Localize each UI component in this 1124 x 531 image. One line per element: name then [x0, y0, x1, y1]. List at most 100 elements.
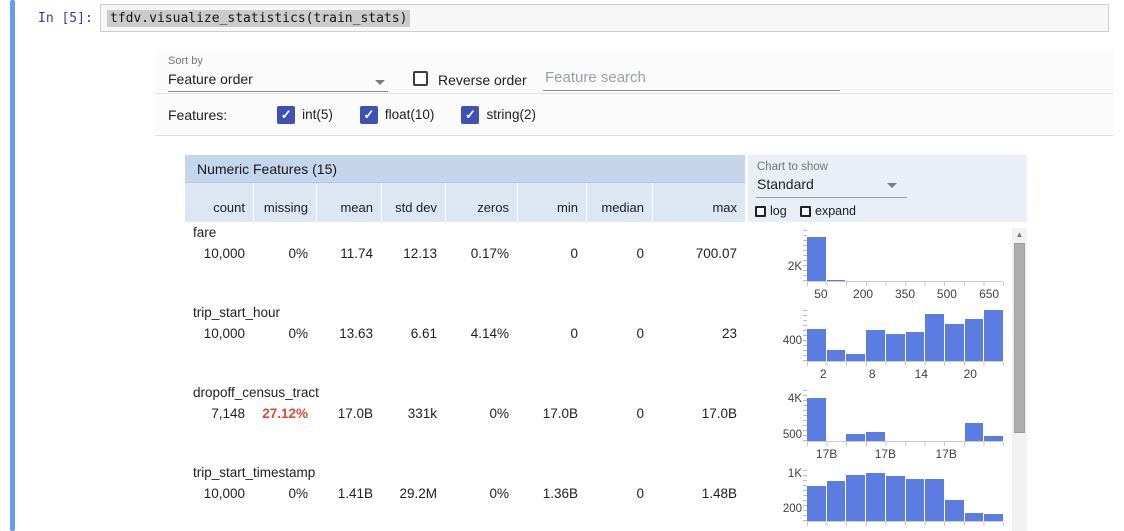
features-filter-row: Features: ✓int(5)✓float(10)✓string(2): [155, 94, 1113, 136]
code-cell-input[interactable]: tfdv.visualize_statistics(train_stats): [100, 4, 1109, 32]
histogram-bar[interactable]: [984, 310, 1003, 361]
x-axis-tick-label: 50: [801, 287, 841, 301]
histogram-bar[interactable]: [846, 354, 865, 361]
histogram-bar[interactable]: [807, 486, 826, 521]
feature-filter-int[interactable]: ✓int(5): [277, 106, 333, 124]
histogram-bar[interactable]: [807, 237, 826, 281]
chevron-down-icon[interactable]: [375, 80, 385, 85]
histogram-plot-area: [807, 390, 1003, 442]
histogram-bar[interactable]: [827, 280, 846, 281]
histogram-bar[interactable]: [807, 329, 826, 361]
cell-missing: 0%: [253, 246, 316, 261]
x-axis-tick-label: 500: [927, 287, 967, 301]
histogram-bar[interactable]: [846, 434, 865, 441]
histogram-trip_start_timestamp: 1K200: [754, 462, 1027, 531]
x-axis-tick-label: 2: [803, 367, 843, 381]
feature-filter-string[interactable]: ✓ string(2): [461, 106, 536, 124]
y-axis-tick-label: 1K: [754, 468, 802, 480]
histogram-bar[interactable]: [906, 332, 925, 361]
histogram-bar[interactable]: [945, 324, 964, 361]
cell-median: 0: [586, 326, 652, 341]
histogram-bar[interactable]: [984, 436, 1003, 441]
code-text[interactable]: tfdv.visualize_statistics(train_stats): [107, 10, 410, 27]
cell-max: 17.0B: [652, 406, 745, 421]
cell-std-dev: 331k: [381, 406, 445, 421]
sort-by-underline: [168, 91, 388, 92]
cell-min: 0: [517, 246, 586, 261]
charts-scrollbar[interactable]: ▲: [1012, 228, 1027, 531]
cell-min: 0: [517, 326, 586, 341]
x-axis-ticks: [807, 282, 1004, 286]
y-axis-tick-label: 500: [754, 429, 802, 441]
histogram-bar[interactable]: [846, 475, 865, 521]
sort-by-label: Sort by: [168, 55, 203, 67]
table-row: trip_start_hour10,0000%13.636.614.14%002…: [185, 302, 745, 382]
histogram-bar[interactable]: [945, 500, 964, 521]
scrollbar-thumb[interactable]: [1014, 243, 1025, 433]
chart-select-underline: [756, 197, 907, 198]
histogram-trip_start_hour: 400281420: [754, 302, 1027, 382]
table-row: fare10,0000%11.7412.130.17%00700.07: [185, 222, 745, 302]
histogram-bar[interactable]: [965, 423, 984, 441]
column-header-median: median: [586, 183, 652, 222]
expand-label: expand: [815, 204, 856, 218]
cell-count: 10,000: [185, 246, 253, 261]
feature-name: dropoff_census_tract: [193, 385, 319, 400]
histogram-bar[interactable]: [886, 334, 905, 361]
y-axis-tick-label: 4K: [754, 393, 802, 405]
cell-count: 7,148: [185, 406, 253, 421]
cell-missing: 0%: [253, 486, 316, 501]
column-header-missing: missing: [253, 183, 316, 222]
cell-prompt: In [5]:: [38, 11, 93, 26]
histogram-bar[interactable]: [906, 479, 925, 521]
checked-checkbox-icon[interactable]: ✓: [360, 106, 378, 124]
histogram-bar[interactable]: [965, 319, 984, 361]
cell-missing: 0%: [253, 326, 316, 341]
x-axis-tick-label: 14: [901, 367, 941, 381]
cell-zeros: 0%: [445, 406, 517, 421]
cell-max: 1.48B: [652, 486, 745, 501]
histogram-bar[interactable]: [925, 314, 944, 361]
expand-checkbox[interactable]: [800, 206, 811, 217]
cell-missing: 27.12%: [253, 406, 316, 421]
table-header-row: countmissingmeanstd devzerosminmedianmax: [185, 183, 745, 222]
checked-checkbox-icon[interactable]: ✓: [277, 106, 295, 124]
histogram-bar[interactable]: [807, 398, 826, 441]
cell-min: 17.0B: [517, 406, 586, 421]
filter-label: string(2): [486, 107, 536, 122]
cell-max: 700.07: [652, 246, 745, 261]
scrollbar-up-icon[interactable]: ▲: [1012, 228, 1027, 241]
histogram-bar[interactable]: [866, 330, 885, 361]
histogram-bar[interactable]: [827, 350, 846, 361]
feature-filter-float[interactable]: ✓float(10): [360, 106, 435, 124]
feature-search-input[interactable]: Feature search: [545, 69, 646, 87]
histogram-bar[interactable]: [866, 432, 885, 441]
histogram-plot-area: [807, 470, 1003, 522]
histogram-bar[interactable]: [965, 513, 984, 521]
column-header-mean: mean: [316, 183, 381, 222]
histogram-bar[interactable]: [827, 481, 846, 521]
histogram-bar[interactable]: [866, 473, 885, 521]
chart-options-panel: Chart to show Standard log expand: [748, 155, 1027, 222]
log-label: log: [770, 204, 787, 218]
log-checkbox[interactable]: [755, 206, 766, 217]
histogram-fare: 2K50200350500650: [754, 222, 1027, 302]
chevron-down-icon[interactable]: [887, 183, 897, 188]
histogram-bar[interactable]: [984, 514, 1003, 521]
cell-std-dev: 6.61: [381, 326, 445, 341]
chart-to-show-label: Chart to show: [757, 161, 828, 173]
reverse-order-checkbox[interactable]: [413, 71, 428, 86]
cell-median: 0: [586, 486, 652, 501]
features-label: Features:: [168, 107, 227, 123]
cell-std-dev: 12.13: [381, 246, 445, 261]
sort-row: Sort by Feature order Reverse order Feat…: [155, 50, 1113, 94]
cell-zeros: 0%: [445, 486, 517, 501]
histogram-bar[interactable]: [925, 479, 944, 521]
histogram-bar[interactable]: [886, 476, 905, 521]
checked-checkbox-icon[interactable]: ✓: [461, 106, 479, 124]
sort-by-select[interactable]: Feature order: [168, 71, 253, 87]
cell-max: 23: [652, 326, 745, 341]
chart-type-select[interactable]: Standard: [757, 176, 814, 192]
x-axis-tick-label: 350: [885, 287, 925, 301]
column-header-max: max: [652, 183, 745, 222]
